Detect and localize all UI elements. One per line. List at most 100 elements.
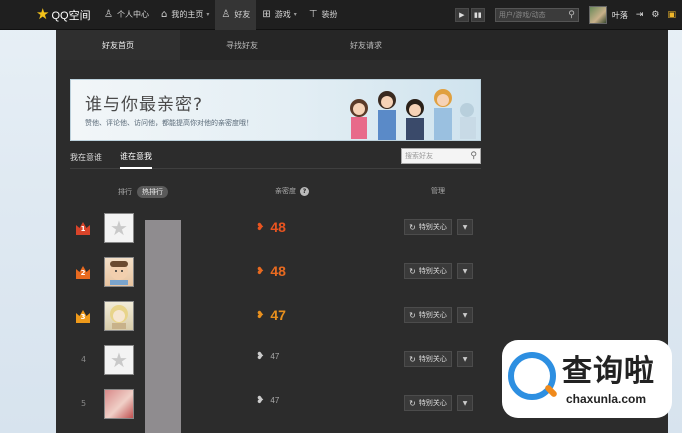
nav-friends[interactable]: ♙ 好友 — [215, 0, 257, 30]
search-icon[interactable]: ⚲ — [568, 10, 575, 20]
score-value: 47 — [270, 352, 280, 361]
logout-icon[interactable]: ⇥ — [636, 10, 644, 20]
rank-number: 1 — [80, 225, 86, 233]
table-row: 3 ❥ 47 ↻ 特别关心 ▼ — [56, 298, 486, 342]
logo-text: QQ空间 — [51, 9, 91, 22]
gift-icon[interactable]: ▣ — [667, 10, 676, 20]
chevron-down-icon: ▾ — [293, 11, 297, 18]
user-avatar[interactable] — [588, 6, 607, 24]
star-icon: ★ — [36, 5, 50, 23]
more-dropdown-button[interactable]: ▼ — [457, 219, 473, 235]
qzone-logo[interactable]: ★ QQ空间 — [36, 7, 98, 23]
heart-icon: ❥ — [256, 309, 265, 321]
special-care-button[interactable]: ↻ 特别关心 — [404, 307, 452, 323]
crown-icon: 1 — [76, 222, 90, 235]
more-dropdown-button[interactable]: ▼ — [457, 351, 473, 367]
friend-avatar[interactable] — [104, 257, 134, 287]
table-row: 5 ❥ 47 ↻ 特别关心 ▼ — [56, 386, 486, 430]
score-value: 48 — [270, 263, 286, 279]
nav-my-homepage[interactable]: ⌂ 我的主页 ▾ — [155, 0, 215, 30]
crown-icon: 2 — [76, 266, 90, 279]
hot-rank-toggle[interactable]: 热排行 — [137, 186, 168, 198]
watermark-cn-text: 查询啦 — [562, 354, 655, 389]
special-care-button[interactable]: ↻ 特别关心 — [404, 263, 452, 279]
nav-label: 好友 — [234, 10, 251, 19]
baby-photo — [110, 261, 128, 285]
more-dropdown-button[interactable]: ▼ — [457, 395, 473, 411]
table-row: 4 ★ ❥ 47 ↻ 特别关心 ▼ — [56, 342, 486, 386]
friends-tabs: 好友首页 寻找好友 好友请求 — [56, 30, 668, 60]
banner-subtitle: 赞他、评论他、访问他，都能提高你对他的亲密度哦！ — [85, 119, 253, 127]
more-dropdown-button[interactable]: ▼ — [457, 307, 473, 323]
special-care-label: 特别关心 — [418, 399, 447, 407]
refresh-icon: ↻ — [409, 354, 416, 364]
friend-avatar[interactable] — [104, 389, 134, 419]
magnifier-logo-icon — [508, 352, 556, 400]
intimacy-column-header: 亲密度 ? — [275, 186, 309, 196]
tab-find-friends[interactable]: 寻找好友 — [180, 30, 304, 60]
friend-avatar[interactable]: ★ — [104, 345, 134, 375]
nav-personal-center[interactable]: ♙ 个人中心 — [98, 0, 155, 30]
friend-search-input[interactable]: 搜索好友 ⚲ — [401, 148, 481, 164]
top-search-input[interactable]: 用户/游戏/动态 ⚲ — [494, 8, 579, 22]
nav-label: 我的主页 — [171, 10, 204, 19]
play-icon: ▶ — [459, 11, 465, 19]
music-bars-button[interactable]: ▮▮ — [470, 8, 485, 22]
tab-friend-requests[interactable]: 好友请求 — [304, 30, 428, 60]
special-care-button[interactable]: ↻ 特别关心 — [404, 219, 452, 235]
heart-icon: ❥ — [256, 221, 265, 233]
tab-who-i-care[interactable]: 我在意谁 — [70, 147, 102, 169]
rank-label: 排行 — [118, 188, 132, 196]
intimacy-score: ❥ 48 — [256, 263, 286, 279]
nav-decorate[interactable]: ⊤ 装扮 — [303, 0, 344, 30]
refresh-icon: ↻ — [409, 398, 416, 408]
chaxunla-watermark: 查询啦 chaxunla.com — [502, 340, 672, 418]
intimacy-label: 亲密度 — [275, 187, 296, 195]
score-value: 47 — [270, 307, 286, 323]
tab-friends-home[interactable]: 好友首页 — [56, 30, 180, 60]
intimacy-score: ❥ 47 — [256, 395, 279, 406]
friend-avatar[interactable] — [104, 301, 134, 331]
special-care-button[interactable]: ↻ 特别关心 — [404, 351, 452, 367]
bars-icon: ▮▮ — [474, 11, 482, 19]
heart-icon: ❥ — [256, 395, 265, 406]
shirt-icon: ⊤ — [308, 9, 318, 20]
chevron-down-icon: ▼ — [462, 267, 468, 275]
score-value: 47 — [270, 396, 280, 405]
username[interactable]: 叶落 — [612, 10, 628, 21]
score-value: 48 — [270, 219, 286, 235]
people-illustration — [350, 89, 476, 140]
intimacy-score: ❥ 47 — [256, 351, 279, 362]
nav-games[interactable]: ⊞ 游戏 ▾ — [256, 0, 302, 30]
star-placeholder-icon: ★ — [110, 216, 128, 240]
friend-avatar[interactable]: ★ — [104, 213, 134, 243]
play-button[interactable]: ▶ — [454, 8, 469, 22]
heart-icon: ❥ — [256, 351, 265, 362]
manage-label: 管理 — [431, 187, 445, 195]
rank-number: 4 — [81, 355, 87, 364]
chevron-down-icon: ▼ — [462, 355, 468, 363]
tab-who-cares-me[interactable]: 谁在意我 — [120, 147, 152, 169]
intimacy-sub-tabs: 我在意谁 谁在意我 搜索好友 ⚲ — [70, 147, 481, 169]
intimacy-score: ❥ 47 — [256, 307, 286, 323]
rank-number: 5 — [81, 399, 87, 408]
more-dropdown-button[interactable]: ▼ — [457, 263, 473, 279]
search-icon[interactable]: ⚲ — [470, 151, 477, 161]
special-care-label: 特别关心 — [418, 355, 447, 363]
special-care-button[interactable]: ↻ 特别关心 — [404, 395, 452, 411]
redacted-names-block — [145, 220, 181, 433]
refresh-icon: ↻ — [409, 310, 416, 320]
rank-number: 2 — [80, 269, 86, 277]
chevron-down-icon: ▼ — [462, 399, 468, 407]
intimacy-score: ❥ 48 — [256, 219, 286, 235]
star-placeholder-icon: ★ — [110, 348, 128, 372]
help-icon[interactable]: ? — [300, 186, 309, 196]
anime-photo — [110, 305, 128, 329]
chevron-down-icon: ▼ — [462, 223, 468, 231]
grid-icon: ⊞ — [262, 9, 271, 20]
crown-icon: 3 — [76, 310, 90, 323]
gear-icon[interactable]: ⚙ — [651, 10, 659, 20]
top-nav-bar: ★ QQ空间 ♙ 个人中心 ⌂ 我的主页 ▾ ♙ 好友 ⊞ 游戏 ▾ ⊤ 装扮 … — [0, 0, 682, 30]
nav-label: 个人中心 — [116, 10, 149, 19]
chevron-down-icon: ▼ — [462, 311, 468, 319]
